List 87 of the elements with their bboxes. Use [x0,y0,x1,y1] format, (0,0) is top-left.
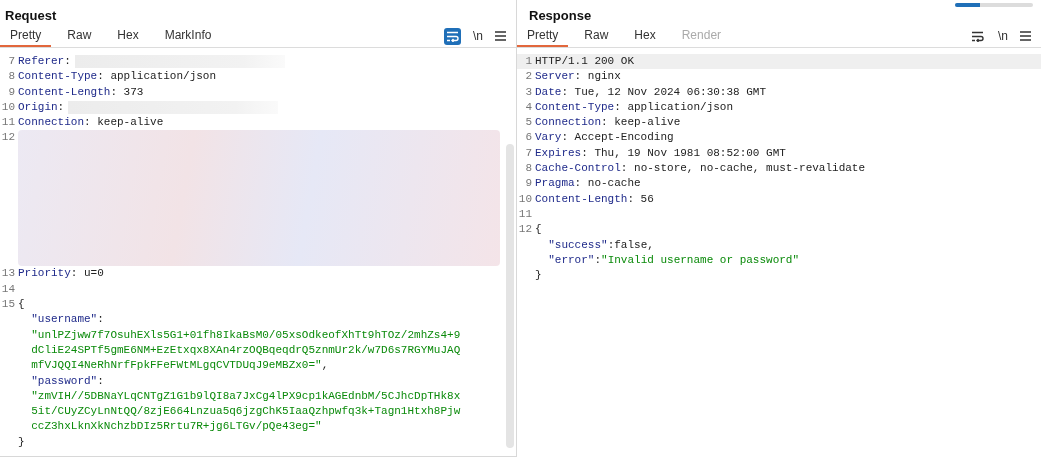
view-tab[interactable]: Pretty [517,25,569,47]
code-text: : nginx [574,69,621,85]
code-text: { [18,297,25,313]
line-number: 9 [7,84,16,100]
code-text: : keep-alive [84,115,164,131]
code-text: } [18,434,25,450]
code-text: : no-store, no-cache, must-revalidate [620,161,866,177]
line-number: 11 [0,115,16,131]
view-tab[interactable]: Hex [624,25,666,47]
json-string: "zmVIH//5DBNaYLqCNTgZ1G1b9lQI8a7JxCg4lPX9cp1kAGEdnbM/5CJhcDpTHk8x [30,388,461,404]
panel-title: Request [4,7,57,24]
line-number: 3 [524,84,533,100]
line-number: 14 [0,281,16,297]
code-text: : [97,312,104,328]
line-number: 5 [524,115,533,131]
line-number: 6 [524,130,533,146]
line-number: 15 [0,297,16,313]
line-number: 9 [524,176,533,192]
code-text: } [535,268,542,284]
panel-title: Response [528,7,592,24]
line-number: 8 [7,69,16,85]
header-name: Expires [535,145,582,161]
line-number: 12 [517,222,533,238]
wrap-toggle-icon[interactable] [444,27,461,45]
json-key: "password" [18,373,98,389]
line-number: 10 [0,99,16,115]
code-text: : keep-alive [601,115,681,131]
menu-icon[interactable] [1020,31,1031,41]
scrollbar[interactable] [506,144,514,448]
view-tab[interactable]: Raw [57,25,102,47]
code-text: : application/json [614,99,734,115]
menu-icon[interactable] [495,31,506,41]
code-text: : [594,252,602,268]
header-name: Content-Length [18,84,111,100]
line-number: 13 [0,266,16,282]
code-text: : application/json [97,69,217,85]
json-key: "success" [535,237,608,253]
code-text: : Thu, 19 Nov 1981 08:52:00 GMT [581,145,786,161]
code-text: : 373 [110,84,144,100]
header-name: Content-Length [535,191,628,207]
code-text: : Tue, 12 Nov 2024 06:30:38 GMT [561,84,767,100]
view-tab[interactable]: MarkInfo [154,25,222,47]
header-name: Pragma [535,176,575,192]
code-text: :false, [607,237,654,253]
code-text: : Accept-Encoding [561,130,674,146]
header-name: Date [535,84,562,100]
line-number: 1 [524,54,533,69]
header-name: Content-Type [18,69,98,85]
code-text: , [321,358,329,374]
line-number: 7 [524,145,533,161]
json-string: mfVJQQI4NeRhNrfFpkFFeFWtMLgqCVTDUqJ9eMBZx0=" [30,358,322,374]
header-name: Origin [18,99,58,115]
line-number: 2 [524,69,533,85]
line-number: 11 [517,206,533,222]
line-number: 4 [524,99,533,115]
code-text: : u=0 [70,266,104,282]
json-string: ccZ3hxLknXkNchzbDIz5Rrtu7R+jg6LTGv/pQe43eg=" [30,419,322,435]
newline-toggle[interactable]: \n [473,27,483,45]
json-key: "username" [18,312,98,328]
code-text: : no-cache [574,176,641,192]
header-name: Priority [18,266,71,282]
line-number: 8 [524,161,533,177]
header-name: Connection [18,115,84,131]
code-text: : [97,373,104,389]
json-string: 5it/CUyZCyLnNtQQ/8zjE664Lnzua5q6jzgChK5IaaQzhpwfq3k+Tagn1Htxh8Pjw [30,404,461,420]
view-tab[interactable]: Raw [574,25,619,47]
code-text: HTTP/1.1 200 OK [535,54,635,69]
code-text: : 56 [627,191,654,207]
line-number: 12 [0,130,16,146]
newline-toggle[interactable]: \n [998,27,1008,45]
line-number: 7 [7,54,16,69]
view-tab[interactable]: Pretty [0,25,52,47]
json-string: dCliE24SPTf5gmE6NM+EzEtxqx8XAn4rzOQBqeqdrQ5znmUr2k/w7D6s7RGYMuJAQ [30,342,461,358]
json-key: "error" [535,252,595,269]
header-name: Vary [535,130,562,146]
code-text: : [57,99,65,115]
code-text: { [535,222,542,238]
json-string: "Invalid username or password" [601,252,800,268]
header-name: Content-Type [535,99,615,115]
json-string: "unlPZjww7f7OsuhEXls5G1+01fh8IkaBsM0/05xsOdkeofXhTt9hTOz/2mhZs4+9 [30,327,461,343]
header-name: Connection [535,115,601,131]
code-text: : [64,54,71,69]
line-number: 10 [517,191,533,207]
view-tab[interactable]: Hex [107,25,149,47]
header-name: Server [535,69,575,85]
header-name: Cache-Control [535,161,621,177]
header-name: Referer [18,54,65,69]
